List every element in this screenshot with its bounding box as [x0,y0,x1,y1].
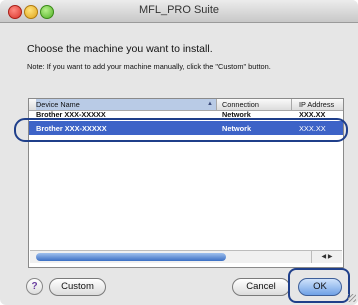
instruction-heading: Choose the machine you want to install. [27,43,213,55]
installer-window: MFL_PRO Suite Choose the machine you wan… [0,0,358,305]
scrollbar-thumb[interactable] [36,253,226,261]
help-button[interactable]: ? [26,278,43,295]
instruction-note: Note: If you want to add your machine ma… [27,62,271,71]
sort-ascending-icon: ▲ [207,101,213,107]
horizontal-scrollbar[interactable]: ◀ ▶ [30,250,342,263]
selected-row-highlight-ring [14,118,348,142]
ok-button-highlight-ring [288,268,350,303]
column-divider [291,99,292,110]
window-title: MFL_PRO Suite [138,4,220,16]
title-bar[interactable]: MFL_PRO Suite [0,0,358,23]
column-header-connection[interactable]: Connection [222,100,259,109]
scroll-arrows-icon[interactable]: ◀ ▶ [311,251,342,263]
cancel-button[interactable]: Cancel [232,278,290,296]
column-divider [216,99,217,110]
device-list-header: Device Name ▲ Connection IP Address [29,99,343,111]
column-header-device-name[interactable]: Device Name [36,99,216,110]
custom-button[interactable]: Custom [49,278,106,296]
column-header-ip-address[interactable]: IP Address [299,100,334,109]
resize-grip-icon[interactable] [348,294,356,302]
